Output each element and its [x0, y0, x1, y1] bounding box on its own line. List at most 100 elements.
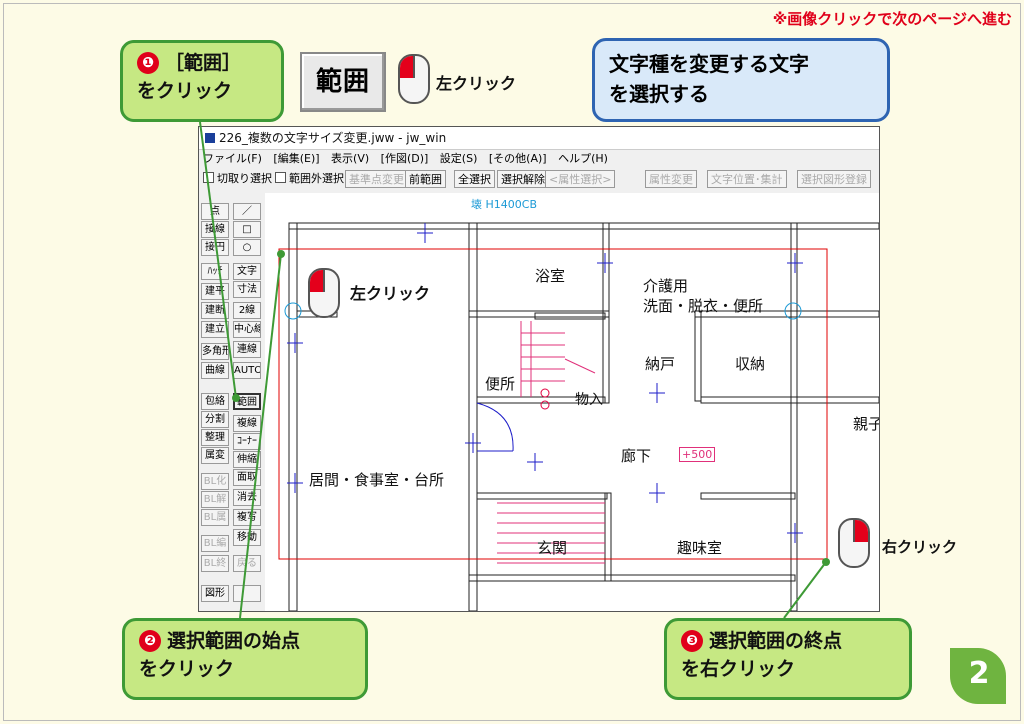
room-toilet: 便所 [485, 375, 516, 393]
tool-figure[interactable]: 図形 [201, 585, 229, 602]
jw-win-window: 226_複数の文字サイズ変更.jww - jw_win ファイル(F) [編集(… [198, 126, 880, 612]
floor-plan [278, 222, 879, 611]
room-hall: 廊下 [621, 447, 652, 465]
tool-erase[interactable]: 消去 [233, 489, 261, 506]
range-toolbar: 切取り選択 範囲外選択 基準点変更 前範囲 全選択 選択解除 <属性選択> 属性… [199, 168, 879, 192]
tool-auto[interactable]: AUTO [233, 362, 261, 379]
tool-attr-change[interactable]: 属変 [201, 447, 229, 464]
step2-callout: ❷ 選択範囲の始点 をクリック [122, 618, 368, 700]
right-click-label: 右クリック [882, 538, 958, 556]
tool-text[interactable]: 文字 [233, 263, 261, 280]
tool-tangent[interactable]: 接線 [201, 221, 229, 238]
step3-line1: 選択範囲の終点 [709, 630, 843, 652]
tool-elevation[interactable]: 建立 [201, 321, 229, 338]
tool-range[interactable]: 範囲 [233, 393, 261, 410]
left-click-label-start: 左クリック [350, 284, 431, 303]
step2-number: ❷ [139, 630, 161, 652]
tool-centerline[interactable]: 中心線 [233, 321, 261, 338]
tool-envelope[interactable]: 包絡 [201, 393, 229, 410]
tool-tangent-circle[interactable]: 接円 [201, 239, 229, 256]
prev-range-button[interactable]: 前範囲 [405, 170, 446, 188]
room-plus500: +500 [679, 447, 716, 462]
room-living: 居間・食事室・台所 [309, 471, 445, 489]
step3-callout: ❸ 選択範囲の終点 を右クリック [664, 618, 912, 700]
menu-edit[interactable]: [編集(E)] [273, 152, 319, 165]
menu-view[interactable]: 表示(V) [331, 152, 369, 165]
room-entry: 玄関 [537, 539, 568, 557]
tool-circle[interactable]: ○ [233, 239, 261, 256]
instruction-line1: 文字種を変更する文字 [609, 52, 809, 76]
room-mono: 物入 [575, 392, 603, 408]
tool-plan[interactable]: 建平 [201, 283, 229, 300]
attribute-change-button[interactable]: 属性変更 [645, 170, 697, 188]
cut-select-checkbox[interactable]: 切取り選択 [203, 171, 272, 187]
room-parent: 親子 [853, 415, 879, 433]
tool-stretch[interactable]: 伸縮 [233, 451, 261, 468]
left-click-label-top: 左クリック [436, 74, 517, 93]
room-closet: 納戸 [645, 355, 676, 373]
tool-undo[interactable]: 戻る [233, 555, 261, 572]
menu-file[interactable]: ファイル(F) [203, 152, 262, 165]
instruction-callout: 文字種を変更する文字 を選択する [592, 38, 890, 122]
app-icon [205, 133, 215, 143]
attribute-select-button[interactable]: <属性選択> [545, 170, 616, 188]
room-header-text: 壊 H1400CB [471, 198, 537, 211]
tool-curve[interactable]: 曲線 [201, 362, 229, 379]
tool-layer[interactable] [233, 585, 261, 602]
tool-section[interactable]: 建断 [201, 302, 229, 319]
tool-point[interactable]: 点 [201, 203, 229, 220]
tool-double-line[interactable]: 2線 [233, 302, 261, 319]
tool-bl-attr[interactable]: BL属 [201, 509, 229, 526]
base-point-button[interactable]: 基準点変更 [345, 170, 408, 188]
release-selection-button[interactable]: 選択解除 [497, 170, 549, 188]
step1-line2: をクリック [137, 80, 233, 102]
menu-help[interactable]: ヘルプ(H) [558, 152, 608, 165]
step3-number: ❸ [681, 630, 703, 652]
tool-hatch[interactable]: ﾊｯﾁ [201, 263, 229, 280]
tool-bl-break[interactable]: BL解 [201, 491, 229, 508]
tool-bl-edit[interactable]: BL編 [201, 535, 229, 552]
step1-callout: ❶ ［範囲］ をクリック [120, 40, 284, 122]
window-titlebar: 226_複数の文字サイズ変更.jww - jw_win [199, 127, 879, 150]
tool-chamfer[interactable]: 面取 [233, 469, 261, 486]
tool-dimension[interactable]: 寸法 [233, 281, 261, 298]
tool-move[interactable]: 移動 [233, 529, 261, 546]
cut-select-label: 切取り選択 [217, 172, 272, 185]
outside-select-label: 範囲外選択 [289, 172, 344, 185]
mouse-left-start-icon [308, 268, 340, 318]
page-number-badge: 2 [950, 648, 1008, 706]
tool-divide[interactable]: 分割 [201, 411, 229, 428]
room-care2: 洗面・脱衣・便所 [643, 297, 764, 315]
select-all-button[interactable]: 全選択 [454, 170, 495, 188]
mouse-right-end-icon [838, 518, 870, 568]
step2-line1: 選択範囲の始点 [167, 630, 301, 652]
room-storage: 収納 [735, 355, 766, 373]
tool-corner[interactable]: ｺｰﾅｰ [233, 433, 261, 450]
outside-select-checkbox[interactable]: 範囲外選択 [275, 171, 344, 187]
drawing-canvas[interactable]: 壊 H1400CB 浴室 介護用 洗面・脱衣・便所 納戸 収納 便所 物入 廊下… [265, 193, 879, 611]
shape-register-button[interactable]: 選択図形登録 [797, 170, 871, 188]
tool-line[interactable]: ／ [233, 203, 261, 220]
tool-copy-line[interactable]: 複線 [233, 415, 261, 432]
window-title: 226_複数の文字サイズ変更.jww - jw_win [219, 131, 447, 145]
tool-rect[interactable]: □ [233, 221, 261, 238]
room-care: 介護用 [643, 277, 689, 295]
step1-line1: ［範囲］ [165, 52, 242, 74]
tool-copy[interactable]: 複写 [233, 509, 261, 526]
menu-settings[interactable]: 設定(S) [440, 152, 478, 165]
tool-connect[interactable]: 連線 [233, 341, 261, 358]
menu-draw[interactable]: [作図(D)] [381, 152, 429, 165]
instruction-line2: を選択する [609, 82, 709, 106]
hanni-button-zoom: 範囲 [300, 52, 386, 112]
step3-line2: を右クリック [681, 658, 796, 680]
next-page-note[interactable]: ※画像クリックで次のページへ進む [773, 8, 1012, 29]
tool-bl-end[interactable]: BL終 [201, 555, 229, 572]
tool-polygon[interactable]: 多角形 [201, 343, 229, 360]
page-number: 2 [968, 656, 990, 691]
text-position-button[interactable]: 文字位置･集計 [707, 170, 787, 188]
room-hobby: 趣味室 [677, 539, 723, 557]
step1-number: ❶ [137, 52, 159, 74]
menu-other[interactable]: [その他(A)] [489, 152, 547, 165]
tool-cleanup[interactable]: 整理 [201, 429, 229, 446]
tool-bl-make[interactable]: BL化 [201, 473, 229, 490]
